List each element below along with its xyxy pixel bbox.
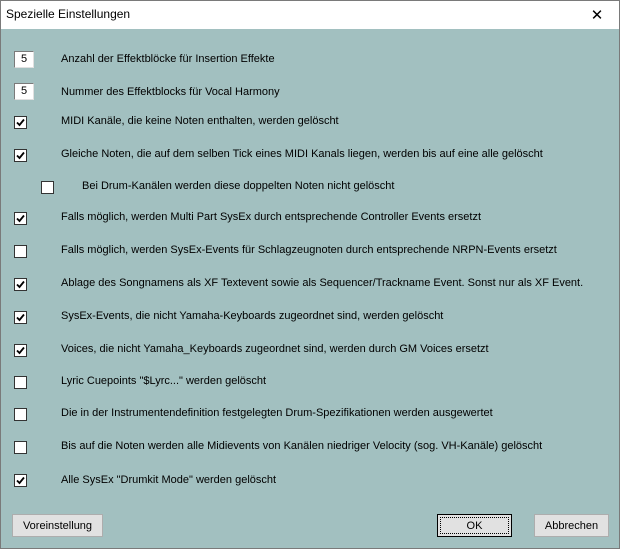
insertion-blocks-label: Anzahl der Effektblöcke für Insertion Ef… (61, 53, 275, 65)
checkmark-icon (16, 280, 25, 289)
checkbox-replace-drum-sysex-nrpn[interactable] (14, 245, 27, 258)
close-button[interactable]: ✕ (575, 1, 619, 29)
insertion-blocks-field[interactable]: 5 (14, 51, 34, 68)
option-label: Falls möglich, werden Multi Part SysEx d… (61, 211, 482, 223)
vocal-harmony-block-field[interactable]: 5 (14, 83, 34, 100)
defaults-button[interactable]: Voreinstellung (12, 514, 103, 537)
special-settings-dialog: Spezielle Einstellungen ✕ 5 Anzahl der E… (0, 0, 620, 549)
checkbox-replace-multipart-sysex[interactable] (14, 212, 27, 225)
option-label: Bis auf die Noten werden alle Midievents… (61, 440, 543, 452)
checkbox-delete-low-velocity-events[interactable] (14, 441, 27, 454)
option-label: Die in der Instrumentendefinition festge… (61, 407, 493, 419)
checkmark-icon (16, 214, 25, 223)
option-label: Voices, die nicht Yamaha_Keyboards zugeo… (61, 343, 489, 355)
checkbox-delete-empty-channels[interactable] (14, 116, 27, 129)
checkmark-icon (16, 313, 25, 322)
dialog-body: 5 Anzahl der Effektblöcke für Insertion … (1, 29, 619, 548)
checkbox-songname-xf-textevent[interactable] (14, 278, 27, 291)
checkmark-icon (16, 151, 25, 160)
checkbox-delete-drumkit-mode-sysex[interactable] (14, 474, 27, 487)
checkbox-delete-foreign-sysex[interactable] (14, 311, 27, 324)
option-label: Lyric Cuepoints "$Lyrc..." werden gelösc… (61, 375, 267, 387)
option-label: Gleiche Noten, die auf dem selben Tick e… (61, 148, 543, 160)
ok-button[interactable]: OK (437, 514, 512, 537)
option-label: SysEx-Events, die nicht Yamaha-Keyboards… (61, 310, 444, 322)
checkbox-delete-lyric-cuepoints[interactable] (14, 376, 27, 389)
option-label: Bei Drum-Kanälen werden diese doppelten … (82, 180, 395, 192)
option-label: MIDI Kanäle, die keine Noten enthalten, … (61, 115, 339, 127)
option-label: Alle SysEx "Drumkit Mode" werden gelösch… (61, 474, 277, 486)
vocal-harmony-block-label: Nummer des Effektblocks für Vocal Harmon… (61, 86, 280, 98)
checkbox-replace-voices-gm[interactable] (14, 344, 27, 357)
cancel-button[interactable]: Abbrechen (534, 514, 609, 537)
checkbox-keep-drum-duplicates[interactable] (41, 181, 54, 194)
checkmark-icon (16, 346, 25, 355)
checkbox-evaluate-drum-specs[interactable] (14, 408, 27, 421)
checkmark-icon (16, 118, 25, 127)
checkbox-delete-duplicate-notes[interactable] (14, 149, 27, 162)
close-icon: ✕ (590, 7, 604, 24)
option-label: Ablage des Songnamens als XF Textevent s… (61, 277, 584, 289)
checkmark-icon (16, 476, 25, 485)
title-bar: Spezielle Einstellungen ✕ (1, 1, 619, 29)
option-label: Falls möglich, werden SysEx-Events für S… (61, 244, 557, 256)
window-title: Spezielle Einstellungen (6, 7, 131, 21)
